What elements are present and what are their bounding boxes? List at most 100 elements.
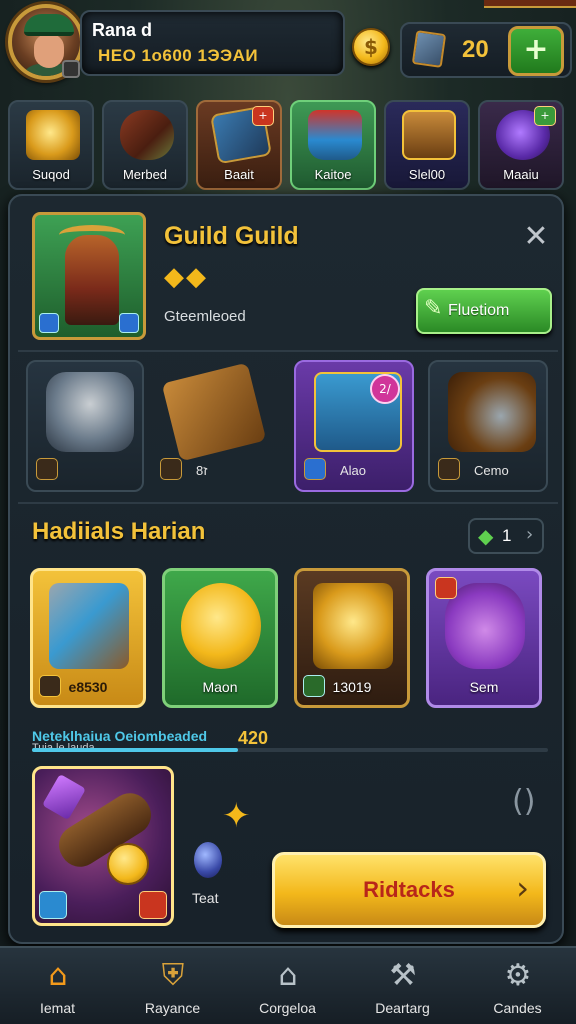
claim-label: Ridtacks bbox=[363, 877, 455, 902]
gold-coin-icon bbox=[181, 583, 261, 669]
chevron-right-icon: › bbox=[516, 869, 529, 907]
chevron-right-icon: › bbox=[526, 524, 534, 545]
bottom-nav: ⌂ Iemat ⛨ Rayance ⌂ Corgeloa ⚒ Deartarg … bbox=[0, 946, 576, 1024]
tab-maaiu[interactable]: + Maaiu bbox=[478, 100, 564, 190]
nav-label: Iemat bbox=[39, 1000, 75, 1016]
armored-knight-icon bbox=[46, 372, 134, 452]
tab-merbed[interactable]: Merbed bbox=[102, 100, 188, 190]
reward-label: 13019 bbox=[332, 679, 372, 695]
class-icon bbox=[139, 891, 167, 919]
log-icon bbox=[120, 110, 174, 160]
element-icon bbox=[39, 313, 59, 333]
side-bracket: () bbox=[512, 784, 536, 819]
tab-baait[interactable]: + Baait bbox=[196, 100, 282, 190]
guild-status: Gteemleoed bbox=[164, 308, 246, 325]
tab-label: Kaitoe bbox=[314, 167, 352, 182]
progress-fill bbox=[32, 748, 239, 752]
guild-header: Guild Guild ◆◆ Gteemleoed ✕ ✎ Fluetiom bbox=[18, 204, 554, 344]
shield-icon bbox=[448, 372, 536, 452]
item-label: Alao bbox=[340, 463, 367, 478]
guild-leader-portrait[interactable] bbox=[32, 212, 146, 340]
guild-items-row: 8ז 2/ Alao Cemo bbox=[26, 360, 550, 494]
divider bbox=[18, 350, 558, 352]
nav-label: Candes bbox=[493, 1000, 542, 1016]
nav-label: Rayance bbox=[144, 1000, 201, 1016]
item-card-lockbox[interactable]: 8ז bbox=[150, 360, 278, 492]
reward-card[interactable]: Sem bbox=[426, 568, 542, 708]
player-info-panel[interactable]: Rana d HEO 1o600 1ЭЭАИ bbox=[80, 10, 345, 76]
treasure-chest-icon bbox=[402, 110, 456, 160]
rank-icon bbox=[438, 458, 460, 480]
claim-button[interactable]: Ridtacks › bbox=[272, 852, 546, 928]
reward-card[interactable]: e8530 bbox=[30, 568, 146, 708]
coin-icon[interactable]: $ bbox=[352, 28, 390, 66]
close-icon[interactable]: ✕ bbox=[520, 222, 552, 254]
reward-label: e8530 bbox=[68, 679, 108, 695]
player-name: Rana d bbox=[92, 20, 153, 40]
chest-icon bbox=[308, 110, 362, 160]
nav-item-rayance[interactable]: ⛨ Rayance bbox=[115, 948, 230, 1024]
gem-icon bbox=[411, 30, 447, 68]
reward-label: Maon bbox=[202, 679, 238, 695]
gem-panel: 20 + bbox=[400, 22, 572, 78]
rank-icon bbox=[36, 458, 58, 480]
nav-item-candes[interactable]: ⚙ Candes bbox=[460, 948, 575, 1024]
top-hud: Rana d HEO 1o600 1ЭЭАИ $ 20 + bbox=[0, 0, 576, 95]
gem-icon bbox=[194, 842, 222, 878]
avatar-hat bbox=[24, 14, 74, 36]
guild-title: Guild Guild bbox=[164, 222, 299, 250]
reward-label: Sem bbox=[469, 679, 499, 695]
gem-count: 20 bbox=[462, 36, 489, 63]
nav-item-home[interactable]: ⌂ Iemat bbox=[0, 948, 115, 1024]
tab-label: Merbed bbox=[122, 167, 168, 182]
rank-icon bbox=[160, 458, 182, 480]
player-subtitle: HEO 1o600 1ЭЭАИ bbox=[98, 46, 259, 65]
hammer-icon: ⚒ bbox=[389, 958, 417, 993]
tab-suqod[interactable]: Suqod bbox=[8, 100, 94, 190]
reward-card[interactable]: 13019 bbox=[294, 568, 410, 708]
daily-counter[interactable]: ◆ 1 › bbox=[468, 518, 544, 554]
top-banner bbox=[484, 0, 576, 8]
magic-pouch-icon bbox=[445, 583, 525, 669]
tab-label: Baait bbox=[224, 167, 254, 182]
item-card-shield[interactable]: Cemo bbox=[428, 360, 548, 492]
nav-item-corgeloa[interactable]: ⌂ Corgeloa bbox=[230, 948, 345, 1024]
crystal-icon bbox=[42, 773, 86, 821]
guild-action-label: Fluetiom bbox=[448, 302, 510, 319]
gold-coin-icon bbox=[107, 843, 149, 885]
nav-label: Corgeloa bbox=[259, 1000, 316, 1016]
bonus-item-label: Teat bbox=[192, 890, 219, 906]
shield-icon: ⛨ bbox=[161, 958, 185, 993]
class-icon bbox=[119, 313, 139, 333]
gear-icon: ⚙ bbox=[504, 958, 532, 993]
star-icon: ✦ bbox=[222, 796, 251, 836]
rank-icon bbox=[304, 458, 326, 480]
rank-icon bbox=[435, 577, 457, 599]
tab-label: Slel00 bbox=[408, 167, 446, 182]
element-icon bbox=[39, 891, 67, 919]
gem-icon: ◆ bbox=[478, 524, 494, 548]
bonus-reward-card[interactable] bbox=[32, 766, 174, 926]
reward-card[interactable]: Maon bbox=[162, 568, 278, 708]
nav-label: Deartarg bbox=[375, 1000, 430, 1016]
item-card-knight[interactable] bbox=[26, 360, 144, 492]
category-tabs: Suqod Merbed + Baait Kaitoe Slel00 + Maa… bbox=[8, 100, 568, 192]
daily-rewards-row: e8530 Maon 13019 Sem bbox=[30, 568, 550, 710]
divider bbox=[18, 502, 558, 504]
house-icon: ⌂ bbox=[278, 958, 298, 993]
item-card-chest[interactable]: 2/ Alao bbox=[294, 360, 414, 492]
hammer-staff-icon bbox=[49, 583, 129, 669]
tab-label: Maaiu bbox=[503, 167, 539, 182]
tab-kaitoe[interactable]: Kaitoe bbox=[290, 100, 376, 190]
lock-icon bbox=[62, 60, 80, 78]
add-gems-button[interactable]: + bbox=[508, 26, 564, 76]
guild-panel: Guild Guild ◆◆ Gteemleoed ✕ ✎ Fluetiom 8… bbox=[8, 194, 564, 944]
gold-sack-icon bbox=[26, 110, 80, 160]
guild-action-button[interactable]: ✎ Fluetiom bbox=[416, 288, 552, 334]
tab-badge: + bbox=[534, 106, 556, 126]
nav-item-deartarg[interactable]: ⚒ Deartarg bbox=[345, 948, 460, 1024]
item-badge: 2/ bbox=[370, 374, 400, 404]
tab-slel00[interactable]: Slel00 bbox=[384, 100, 470, 190]
hero-figure bbox=[65, 235, 119, 325]
daily-section-title: Hadiials Harian bbox=[32, 518, 206, 545]
